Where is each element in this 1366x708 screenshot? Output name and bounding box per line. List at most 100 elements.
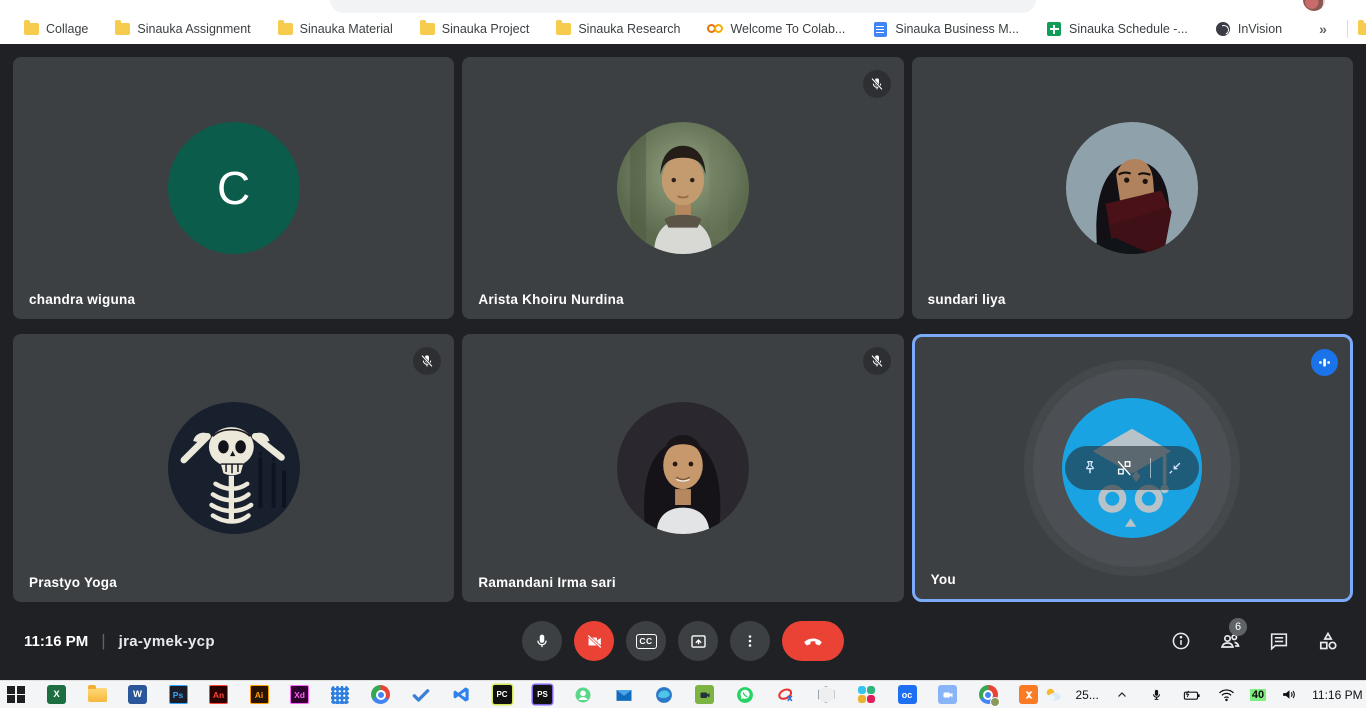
bookmark-sinauka-material[interactable]: Sinauka Material	[278, 22, 393, 36]
illustrator-icon: Ai	[250, 685, 269, 704]
minimize-tile-button[interactable]	[1166, 459, 1184, 477]
bookmark-label: Welcome To Colab...	[730, 22, 845, 36]
meeting-details-button[interactable]	[1161, 621, 1201, 661]
taskbar-android-app[interactable]	[571, 683, 595, 707]
taskbar-coreldraw[interactable]	[774, 683, 798, 707]
tray-volume-icon[interactable]	[1277, 683, 1301, 707]
taskbar-whatsapp[interactable]	[733, 683, 757, 707]
present-screen-button[interactable]	[678, 621, 718, 661]
participants-button[interactable]: 6	[1210, 621, 1250, 661]
taskbar-photoshop[interactable]: Ps	[166, 683, 190, 707]
participant-tile-you[interactable]: You	[912, 334, 1353, 602]
bookmarks-bar: Collage Sinauka Assignment Sinauka Mater…	[0, 14, 1366, 44]
audio-level-indicator-icon	[1311, 349, 1338, 376]
weather-icon[interactable]	[1041, 683, 1065, 707]
more-options-button[interactable]	[730, 621, 770, 661]
bookmark-label: Sinauka Project	[442, 22, 530, 36]
bookmark-label: Sinauka Business M...	[895, 22, 1019, 36]
word-icon: W	[128, 685, 147, 704]
tray-battery-icon[interactable]	[1180, 683, 1204, 707]
divider	[1347, 20, 1348, 38]
participant-tile-sundari[interactable]: sundari liya	[912, 57, 1353, 319]
chat-button[interactable]	[1259, 621, 1299, 661]
camera-off-button[interactable]	[574, 621, 614, 661]
participant-name: You	[931, 572, 956, 587]
taskbar-oc-app[interactable]: oc	[895, 683, 919, 707]
animate-icon: An	[209, 685, 228, 704]
bookmark-sinauka-assignment[interactable]: Sinauka Assignment	[115, 22, 250, 36]
bookmark-invision[interactable]: InVision	[1215, 21, 1282, 37]
start-button[interactable]	[4, 683, 28, 707]
vscode-icon	[452, 685, 471, 704]
participant-tile-prastyo[interactable]: Prastyo Yoga	[13, 334, 454, 602]
divider: |	[101, 631, 105, 651]
bookmark-sinauka-research[interactable]: Sinauka Research	[556, 22, 680, 36]
omnibox[interactable]	[330, 0, 1036, 13]
taskbar-chrome-profile[interactable]	[976, 683, 1000, 707]
windows-taskbar: X W Ps An Ai Xd PC PS	[0, 680, 1366, 708]
avatar-photo	[168, 402, 300, 534]
participant-tile-chandra-wiguna[interactable]: C chandra wiguna	[13, 57, 454, 319]
browser-toolbar-remnant	[0, 0, 1366, 14]
captions-button[interactable]: CC	[626, 621, 666, 661]
taskbar-meet-app[interactable]	[936, 683, 960, 707]
taskbar-animate[interactable]: An	[207, 683, 231, 707]
bookmark-label: Sinauka Assignment	[137, 22, 250, 36]
taskbar-hexagon-app[interactable]	[814, 683, 838, 707]
android-icon	[573, 685, 593, 705]
meet-control-bar: 11:16 PM | jra-ymek-ycp	[0, 602, 1366, 680]
bookmarks-overflow-button[interactable]: »	[1309, 21, 1337, 37]
whatsapp-icon	[735, 685, 755, 705]
taskbar-onedrive[interactable]	[409, 683, 433, 707]
participant-tile-arista[interactable]: Arista Khoiru Nurdina	[462, 57, 903, 319]
taskbar-word[interactable]: W	[126, 683, 150, 707]
remove-from-grid-button[interactable]	[1114, 458, 1134, 478]
taskbar-chrome[interactable]	[369, 683, 393, 707]
battery-percentage-badge[interactable]: 40	[1250, 689, 1266, 701]
tile-hover-actions	[1065, 446, 1199, 490]
microphone-button[interactable]	[522, 621, 562, 661]
bookmark-sinauka-business[interactable]: Sinauka Business M...	[872, 21, 1019, 37]
adobe-xd-icon: Xd	[290, 685, 309, 704]
hexagon-icon	[818, 686, 835, 703]
participant-name: Ramandani Irma sari	[478, 575, 616, 590]
tray-wifi-icon[interactable]	[1215, 683, 1239, 707]
taskbar-edge[interactable]	[652, 683, 676, 707]
activities-button[interactable]	[1308, 621, 1348, 661]
browser-profile-avatar[interactable]	[1303, 0, 1325, 11]
taskbar-file-explorer[interactable]	[85, 683, 109, 707]
taskbar-xampp[interactable]	[1017, 683, 1041, 707]
taskbar-adobe-xd[interactable]: Xd	[288, 683, 312, 707]
photoshop-icon: Ps	[169, 685, 188, 704]
droidcam-icon	[695, 685, 714, 704]
bookmark-sinauka-schedule[interactable]: Sinauka Schedule -...	[1046, 21, 1188, 37]
bookmark-collage[interactable]: Collage	[24, 22, 88, 36]
avatar-photo	[1066, 122, 1198, 254]
globe-icon	[1215, 21, 1231, 37]
taskbar-phpstorm[interactable]: PS	[531, 683, 555, 707]
taskbar-excel[interactable]: X	[45, 683, 69, 707]
tray-microphone-icon[interactable]	[1145, 683, 1169, 707]
taskbar-illustrator[interactable]: Ai	[247, 683, 271, 707]
taskbar-calendar[interactable]	[328, 683, 352, 707]
weather-temperature[interactable]: 25...	[1076, 688, 1099, 702]
taskbar-droidcam[interactable]	[693, 683, 717, 707]
participant-tile-ramandani[interactable]: Ramandani Irma sari	[462, 334, 903, 602]
taskbar-pycharm[interactable]: PC	[490, 683, 514, 707]
coreldraw-icon	[776, 685, 796, 705]
windows-logo-icon	[7, 686, 25, 704]
taskbar-clock[interactable]: 11:16 PM	[1312, 688, 1362, 702]
participant-name: Prastyo Yoga	[29, 575, 117, 590]
taskbar-slack[interactable]	[855, 683, 879, 707]
bookmark-welcome-to-colab[interactable]: Welcome To Colab...	[707, 22, 845, 36]
other-bookmarks-button[interactable]: Other bookmarks	[1358, 22, 1366, 36]
bookmark-sinauka-project[interactable]: Sinauka Project	[420, 22, 530, 36]
end-call-button[interactable]	[782, 621, 844, 661]
oc-icon: oc	[898, 685, 917, 704]
bookmark-label: Sinauka Research	[578, 22, 680, 36]
taskbar-mail[interactable]	[612, 683, 636, 707]
pin-participant-button[interactable]	[1081, 459, 1099, 477]
taskbar-vscode[interactable]	[450, 683, 474, 707]
tray-overflow-chevron-icon[interactable]	[1110, 683, 1134, 707]
slack-icon	[858, 686, 875, 703]
